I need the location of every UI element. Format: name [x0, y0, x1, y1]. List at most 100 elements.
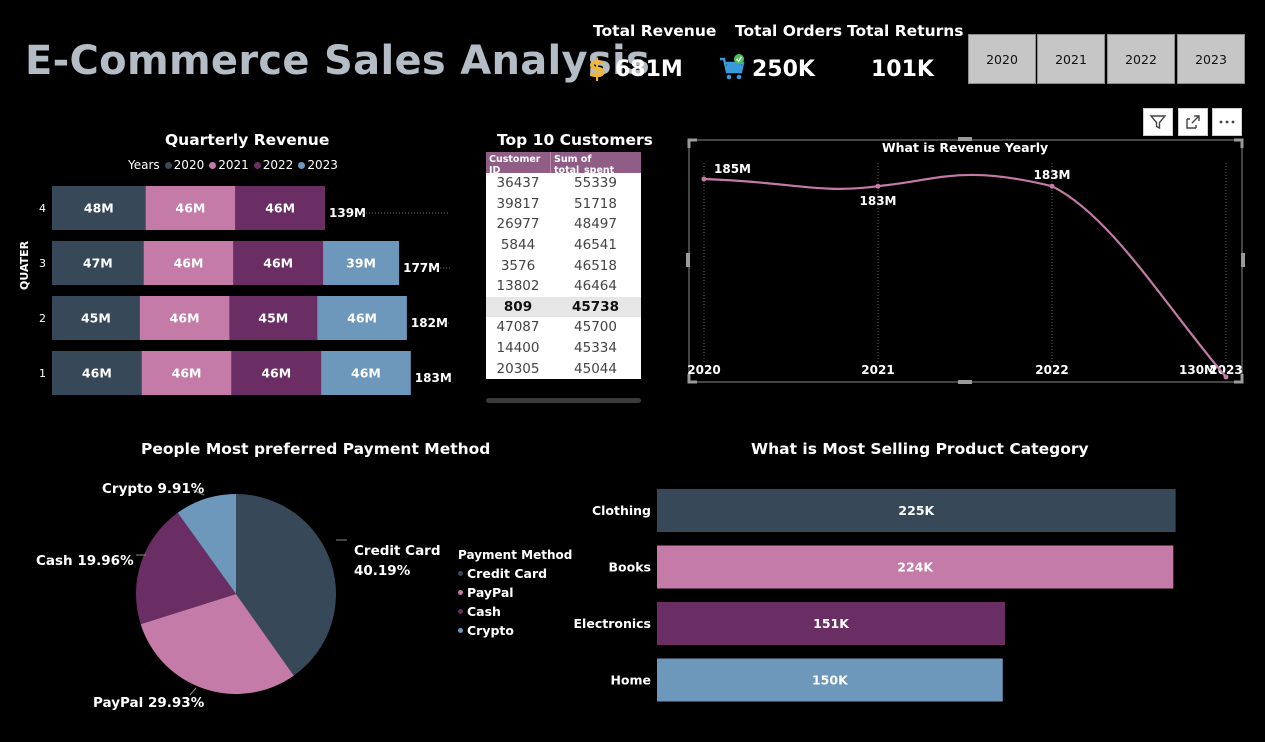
bar-label-q4-2022: 46M	[265, 201, 295, 216]
cell-customer-id: 47087	[496, 319, 540, 336]
table-row[interactable]: 20305 45044	[486, 358, 641, 379]
table-row[interactable]: 39817 51718	[486, 193, 641, 215]
table-row[interactable]: 13802 46464	[486, 275, 641, 297]
pie-leader-line	[189, 687, 197, 696]
legend-item-cash[interactable]: Cash	[458, 604, 572, 619]
cell-total-spent: 46518	[574, 257, 617, 274]
filter-icon[interactable]	[1143, 108, 1173, 136]
table-body: 36437 55339 39817 51718 26977 48497 5844 46541 3…	[486, 173, 641, 379]
table-row[interactable]: 3576 46518	[486, 255, 641, 276]
cell-customer-id: 13802	[496, 278, 540, 295]
table-row[interactable]: 809 45738	[486, 296, 641, 318]
category-chart-title: What is Most Selling Product Category	[751, 440, 1089, 458]
pie-label-credit-card: Credit Card	[354, 543, 441, 559]
cell-customer-id: 14400	[496, 340, 540, 357]
cell-total-spent: 51718	[574, 195, 617, 212]
bar-label-q1-2021: 46M	[172, 366, 202, 381]
year-button-2020[interactable]: 2020	[968, 34, 1036, 84]
quarterly-revenue-chart: 4 48M 46M 46M 139M 3 47M 46M 46M 39M 177M 2 45M 46M 45…	[39, 186, 452, 395]
legend-title: Years	[128, 158, 160, 172]
legend-item-crypto[interactable]: Crypto	[458, 623, 572, 638]
cell-total-spent: 45700	[574, 319, 617, 336]
table-row[interactable]: 14400 45334	[486, 337, 641, 359]
x-tick-2020: 2020	[687, 363, 720, 377]
cell-total-spent: 48497	[574, 216, 617, 233]
bar-label-q1-2020: 46M	[82, 366, 112, 381]
quarter-label-4: 4	[39, 202, 46, 215]
revenue-line	[703, 173, 1227, 378]
line-point-2023	[1223, 374, 1229, 380]
more-options-icon[interactable]	[1212, 108, 1242, 136]
category-label-books: Books	[609, 560, 651, 575]
year-button-2023[interactable]: 2023	[1177, 34, 1245, 84]
kpi-returns-value: 101K	[871, 57, 934, 82]
bar-total-q2: 182M	[411, 316, 448, 330]
legend-item-paypal[interactable]: PayPal	[458, 585, 572, 600]
cell-total-spent: 45738	[572, 298, 619, 315]
pie-label-crypto: Crypto 9.91%	[102, 481, 205, 497]
category-label-clothing: Clothing	[592, 503, 651, 518]
bar-label-q2-2023: 46M	[347, 311, 377, 326]
bar-label-q1-2023: 46M	[351, 366, 381, 381]
legend-item-2021[interactable]: 2021	[209, 158, 249, 172]
legend-item-2020[interactable]: 2020	[164, 158, 204, 172]
cell-customer-id: 3576	[500, 257, 536, 274]
category-value-clothing: 225K	[898, 503, 935, 518]
bar-label-q3-2023: 39M	[346, 256, 376, 271]
legend-item-2023[interactable]: 2023	[298, 158, 338, 172]
line-label-2022: 183M	[1034, 168, 1071, 182]
dollar-icon: $	[588, 54, 607, 84]
page-title: E-Commerce Sales Analysis	[25, 38, 651, 84]
bar-label-q2-2020: 45M	[81, 311, 111, 326]
cell-customer-id: 809	[503, 298, 533, 315]
bar-label-q4-2021: 46M	[176, 201, 206, 216]
legend-item-2022[interactable]: 2022	[253, 158, 293, 172]
table-row[interactable]: 5844 46541	[486, 234, 641, 256]
table-row[interactable]: 47087 45700	[486, 317, 641, 338]
cell-total-spent: 55339	[574, 175, 617, 192]
line-chart-title: What is Revenue Yearly	[882, 140, 1048, 155]
payment-pie-chart: Credit Card 40.19% PayPal 29.93% Cash 19.96…	[36, 481, 441, 711]
table-scrollbar[interactable]	[486, 398, 641, 403]
focus-mode-icon[interactable]	[1178, 108, 1208, 136]
revenue-yearly-chart[interactable]: What is Revenue Yearly2020 2021 2022 202318…	[686, 137, 1246, 385]
cell-total-spent: 45334	[574, 340, 617, 357]
column-total-spent[interactable]: Sum of total_spent	[550, 152, 641, 176]
table-row[interactable]: 36437 55339	[486, 173, 641, 194]
customers-table-title: Top 10 Customers	[497, 131, 653, 149]
resize-handle-bottom	[958, 380, 972, 384]
column-customer-id[interactable]: Customer ID	[486, 152, 550, 176]
bar-label-q3-2020: 47M	[83, 256, 113, 271]
bar-label-q4-2020: 48M	[84, 201, 114, 216]
cell-total-spent: 46541	[574, 237, 617, 254]
kpi-revenue-label: Total Revenue	[593, 22, 717, 40]
quarter-label-1: 1	[39, 367, 46, 380]
legend-item-credit-card[interactable]: Credit Card	[458, 566, 572, 581]
customers-table: Customer ID Sum of total_spent 36437 5533…	[486, 152, 641, 379]
payment-legend-title: Payment Method	[458, 548, 573, 562]
year-button-2021[interactable]: 2021	[1037, 34, 1105, 84]
x-tick-2022: 2022	[1035, 363, 1068, 377]
cell-customer-id: 36437	[496, 175, 540, 192]
visual-selection-border	[688, 139, 1243, 383]
cell-customer-id: 20305	[496, 360, 540, 377]
line-point-2020	[701, 176, 707, 182]
line-point-2021	[875, 183, 881, 189]
line-label-2023: 130M	[1179, 363, 1216, 377]
kpi-returns-label: Total Returns	[847, 22, 964, 40]
cell-total-spent: 45044	[574, 360, 617, 377]
category-value-home: 150K	[812, 673, 849, 688]
category-value-books: 224K	[897, 560, 934, 575]
pie-label-credit-card: 40.19%	[354, 563, 411, 579]
table-row[interactable]: 26977 48497	[486, 214, 641, 235]
x-tick-2021: 2021	[861, 363, 894, 377]
bar-total-q3: 177M	[403, 261, 440, 275]
bar-label-q2-2021: 46M	[170, 311, 200, 326]
bar-label-q3-2021: 46M	[174, 256, 204, 271]
resize-corner	[687, 138, 697, 148]
bar-label-q3-2022: 46M	[263, 256, 293, 271]
resize-handle-right	[1241, 253, 1245, 267]
bar-total-q1: 183M	[415, 371, 452, 385]
pie-label-paypal: PayPal 29.93%	[93, 695, 205, 711]
year-button-2022[interactable]: 2022	[1107, 34, 1175, 84]
